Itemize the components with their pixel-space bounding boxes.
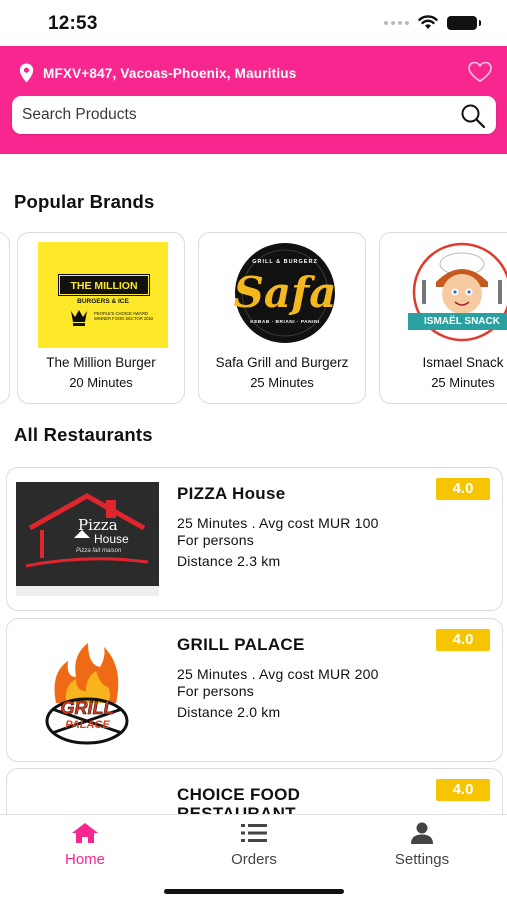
brand-card[interactable]: THE MILLION BURGERS & ICE PEOPLE'S CHOIC… (17, 232, 185, 404)
all-restaurants-title: All Restaurants (14, 424, 153, 445)
logo-line2: PALACE (65, 719, 110, 731)
home-icon (70, 821, 100, 845)
brand-card[interactable]: GRILL & BURGERZ Safa KEBAB · BRIANI · PA… (198, 232, 366, 404)
bottom-nav: Home Orders Settings (0, 814, 507, 900)
brands-carousel[interactable]: THE MILLION BURGERS & ICE PEOPLE'S CHOIC… (0, 232, 507, 406)
nav-label: Home (64, 851, 105, 868)
restaurant-logo-grill-palace: GRILL PALACE (16, 633, 159, 747)
brand-logo-million: THE MILLION BURGERS & ICE PEOPLE'S CHOIC… (38, 242, 168, 348)
logo-bottom-text: KEBAB · BRIANI · PANINI (250, 320, 320, 325)
brand-name: Safa Grill and Burgerz (215, 355, 349, 370)
restaurant-name: GRILL PALACE (177, 635, 305, 654)
location-row[interactable]: MFXV+847, Vacoas-Phoenix, Mauritius (19, 59, 495, 85)
user-icon (407, 821, 437, 845)
status-bar: 12:53 (0, 0, 507, 46)
nav-label: Settings (394, 851, 450, 868)
logo-line2: House (94, 532, 129, 546)
home-indicator (164, 889, 344, 894)
brand-time: 25 Minutes (250, 375, 314, 390)
search-input[interactable] (22, 96, 452, 134)
location-pin-icon (19, 63, 34, 83)
restaurant-persons: For persons (177, 683, 254, 699)
brand-time: 25 Minutes (431, 375, 495, 390)
logo-title: THE MILLION (58, 274, 150, 296)
status-icons (384, 15, 481, 30)
brand-card[interactable] (0, 232, 10, 404)
logo-title: Safa (233, 268, 337, 317)
list-icon (239, 821, 269, 845)
brand-name: The Million Burger (46, 355, 156, 370)
logo-top-text: GRILL & BURGERZ (252, 259, 318, 265)
nav-home[interactable]: Home (25, 821, 145, 873)
rating-badge: 4.0 (436, 629, 490, 651)
nav-orders[interactable]: Orders (194, 821, 314, 873)
restaurant-logo-pizza-house: Pizza House Pizza fait maison (16, 482, 159, 596)
rating-badge: 4.0 (436, 779, 490, 801)
restaurant-card[interactable]: GRILL PALACE GRILL PALACE 25 Minutes . A… (6, 618, 503, 762)
restaurant-card[interactable]: Pizza House Pizza fait maison PIZZA Hous… (6, 467, 503, 611)
logo-tagline: Pizza fait maison (76, 548, 122, 554)
rating-badge: 4.0 (436, 478, 490, 500)
search-icon[interactable] (460, 103, 486, 129)
heart-icon (468, 61, 492, 82)
brand-name: Ismael Snack (422, 355, 504, 370)
popular-brands-title: Popular Brands (14, 191, 155, 212)
logo-banner: ISMAËL SNACK (424, 316, 500, 327)
restaurant-distance: Distance 2.0 km (177, 704, 281, 720)
location-text: MFXV+847, Vacoas-Phoenix, Mauritius (43, 65, 297, 81)
restaurant-distance: Distance 2.3 km (177, 553, 281, 569)
restaurant-time-cost: 25 Minutes . Avg cost MUR 100 (177, 515, 379, 531)
award-icon (71, 310, 87, 326)
brand-logo-ismael: ISMAËL SNACK (400, 242, 507, 347)
favorites-button[interactable] (465, 59, 495, 85)
nav-settings[interactable]: Settings (362, 821, 482, 873)
logo-subtitle: BURGERS & ICE (77, 298, 129, 305)
header: MFXV+847, Vacoas-Phoenix, Mauritius (0, 46, 507, 154)
logo-line1: GRILL (60, 698, 115, 719)
restaurant-time-cost: 25 Minutes . Avg cost MUR 200 (177, 666, 379, 682)
brand-card[interactable]: ISMAËL SNACK Ismael Snack 25 Minutes (379, 232, 507, 404)
battery-icon (447, 15, 481, 30)
status-time: 12:53 (48, 13, 98, 34)
restaurant-name: PIZZA House (177, 484, 286, 503)
wifi-icon (418, 15, 438, 29)
restaurant-persons: For persons (177, 532, 254, 548)
logo-award: PEOPLE'S CHOICE AWARD WINNER FOOD SECTOR… (94, 311, 154, 321)
brand-logo-safa: GRILL & BURGERZ Safa KEBAB · BRIANI · PA… (220, 242, 350, 347)
brand-time: 20 Minutes (69, 375, 133, 390)
signal-icon (384, 20, 409, 25)
nav-label: Orders (231, 851, 277, 868)
search-bar[interactable] (12, 96, 496, 134)
